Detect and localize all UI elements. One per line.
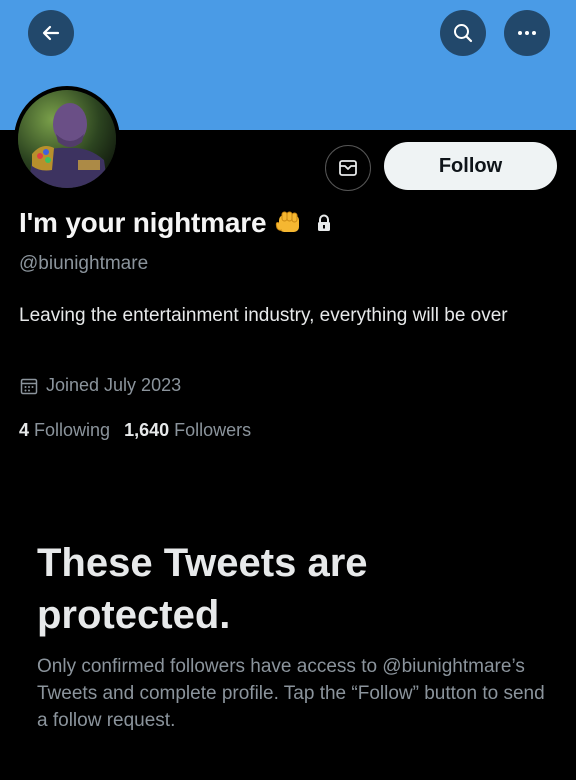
calendar-icon [20, 378, 38, 394]
protected-description: Only confirmed followers have access to … [37, 656, 545, 731]
more-dots-icon [518, 31, 536, 35]
search-icon [454, 24, 473, 43]
fist-emoji-icon [274, 209, 304, 237]
message-button[interactable] [325, 145, 371, 191]
followers-link[interactable]: 1,640 Followers [124, 420, 251, 441]
joined-date: Joined July 2023 [46, 375, 182, 395]
lock-icon [316, 214, 332, 232]
display-name: I'm your nightmare [19, 207, 267, 238]
following-link[interactable]: 4 Following [19, 420, 110, 441]
protected-title: These Tweets are protected. [37, 541, 368, 637]
profile-handle: @biunightmare [19, 253, 149, 274]
follow-button[interactable]: Follow [384, 142, 557, 190]
following-count: 4 [19, 420, 30, 440]
back-button[interactable] [28, 10, 74, 56]
followers-count: 1,640 [124, 420, 170, 440]
search-button[interactable] [440, 10, 486, 56]
profile-bio: Leaving the entertainment industry, ever… [19, 305, 508, 326]
joined-row: Joined July 2023 [19, 375, 181, 396]
avatar[interactable] [14, 86, 120, 192]
avatar-image [18, 90, 116, 188]
arrow-left-icon [42, 25, 60, 41]
mail-icon [339, 160, 357, 176]
more-button[interactable] [504, 10, 550, 56]
name-row: I'm your nightmare [19, 207, 332, 239]
following-label: Following [34, 420, 111, 440]
followers-label: Followers [174, 420, 252, 440]
follow-stats: 4 Following 1,640 Followers [19, 420, 251, 441]
